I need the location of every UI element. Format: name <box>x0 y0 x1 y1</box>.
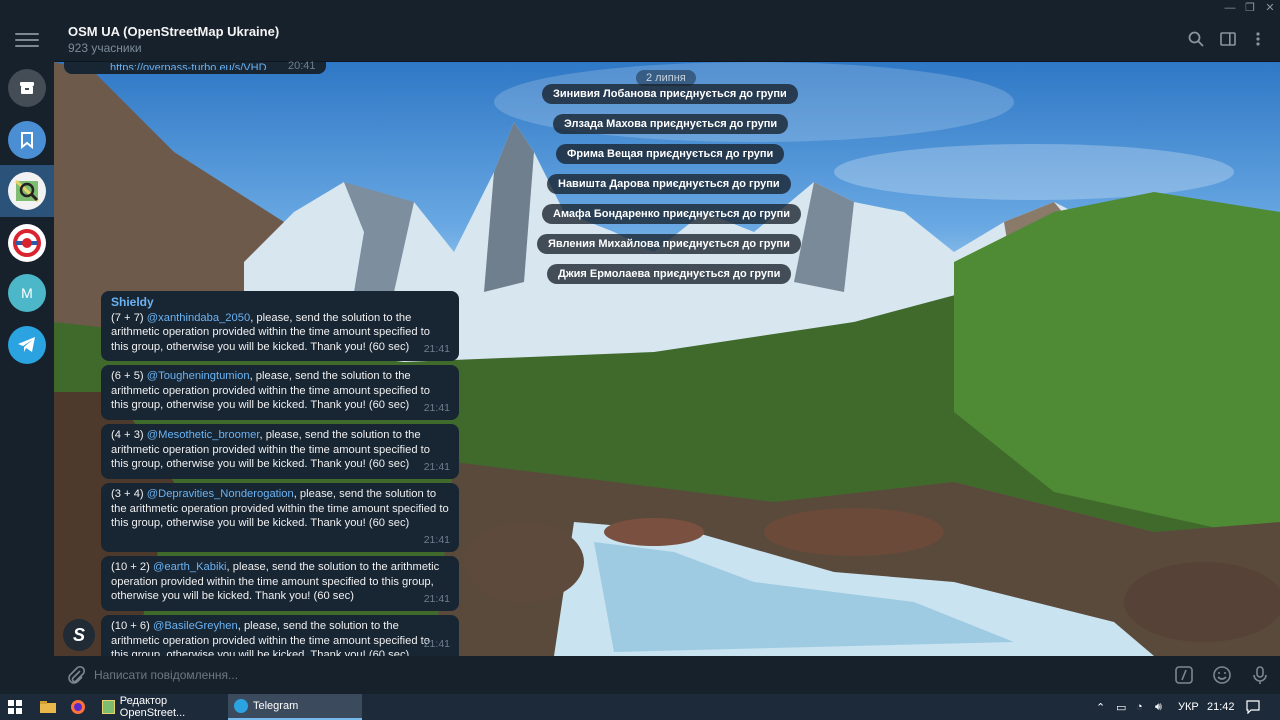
chat-header[interactable]: OSM UA (OpenStreetMap Ukraine) 923 учасн… <box>54 16 1280 62</box>
osm-editor-icon <box>102 700 115 714</box>
volume-icon[interactable]: 🔊︎ <box>1155 694 1162 720</box>
archive-icon[interactable] <box>8 69 46 107</box>
telegram-icon[interactable] <box>8 326 46 364</box>
message-prefix: (10 + 6) <box>111 620 153 632</box>
user-mention-link[interactable]: @Tougheningtumion <box>147 370 250 382</box>
clock[interactable]: 21:42 <box>1207 694 1235 720</box>
osm-ua-chat-icon[interactable] <box>8 172 46 210</box>
tray-chevron-icon[interactable]: ⌃ <box>1096 694 1105 720</box>
taskbar-app-telegram[interactable]: Telegram <box>228 694 362 720</box>
message-author[interactable]: Shieldy <box>111 295 449 310</box>
message-time: 21:41 <box>423 402 450 415</box>
chat-folder-rail: M <box>0 16 54 694</box>
taskbar-app-label: Telegram <box>253 700 299 712</box>
notifications-icon[interactable] <box>1246 694 1260 720</box>
attach-icon[interactable] <box>66 665 86 685</box>
channel-logo-icon[interactable] <box>8 224 46 262</box>
user-mention-link[interactable]: @BasileGreyhen <box>153 620 238 632</box>
message-bubble[interactable]: (6 + 5) @Tougheningtumion, please, send … <box>101 365 459 420</box>
battery-icon[interactable]: ▭ <box>1116 694 1126 720</box>
join-notice: Фрима Вещая приєднується до групи <box>556 144 785 164</box>
sidebar-toggle-icon[interactable] <box>1219 30 1237 48</box>
member-count: 923 учасники <box>68 41 142 55</box>
microphone-icon[interactable] <box>1250 665 1270 685</box>
sender-avatar[interactable]: S <box>63 619 95 651</box>
message-prefix: (6 + 5) <box>111 370 147 382</box>
message-bubble[interactable]: (10 + 6) @BasileGreyhen, please, send th… <box>101 615 459 656</box>
message-time: 21:41 <box>423 534 450 547</box>
chat-title: OSM UA (OpenStreetMap Ukraine) <box>68 24 280 39</box>
user-mention-link[interactable]: @Depravities_Nonderogation <box>147 488 294 500</box>
contact-avatar-m[interactable]: M <box>8 274 46 312</box>
more-options-icon[interactable] <box>1249 30 1267 48</box>
telegram-icon <box>234 699 248 713</box>
windows-taskbar: Редактор OpenStreet... Telegram ⌃ ▭ ◔ 🔊︎… <box>0 694 1280 720</box>
search-icon[interactable] <box>1187 30 1205 48</box>
message-time: 21:41 <box>423 343 450 356</box>
saved-messages-icon[interactable] <box>8 121 46 159</box>
windows-start-icon[interactable] <box>8 694 22 720</box>
join-notice: Навишта Дарова приєднується до групи <box>547 174 791 194</box>
emoji-icon[interactable] <box>1212 665 1232 685</box>
message-bubble[interactable]: (10 + 2) @earth_Kabiki, please, send the… <box>101 556 459 611</box>
message-time: 21:41 <box>423 593 450 606</box>
input-language[interactable]: УКР <box>1178 694 1199 720</box>
message-prefix: (10 + 2) <box>111 561 153 573</box>
join-notice: Элзада Махова приєднується до групи <box>553 114 789 134</box>
user-mention-link[interactable]: @earth_Kabiki <box>153 561 227 573</box>
close-button[interactable]: ✕ <box>1260 0 1280 16</box>
previous-message-time: 20:41 <box>288 60 316 72</box>
taskbar-app-osm-editor[interactable]: Редактор OpenStreet... <box>96 694 224 720</box>
previous-message-link[interactable]: https://overpass-turbo.eu/s/VHD <box>110 62 267 70</box>
message-bubble[interactable]: Shieldy (7 + 7) @xanthindaba_2050, pleas… <box>101 291 459 361</box>
file-explorer-icon[interactable] <box>40 694 56 720</box>
hamburger-menu-icon[interactable] <box>15 33 39 49</box>
join-notice: Джия Ермолаева приєднується до групи <box>547 264 792 284</box>
message-prefix: (7 + 7) <box>111 311 147 324</box>
window-title-bar: — ❐ ✕ <box>0 0 1280 16</box>
join-notice: Явления Михайлова приєднується до групи <box>537 234 801 254</box>
message-composer <box>54 656 1280 694</box>
message-prefix: (4 + 3) <box>111 429 147 441</box>
restore-button[interactable]: ❐ <box>1240 0 1260 16</box>
message-bubble[interactable]: (4 + 3) @Mesothetic_broomer, please, sen… <box>101 424 459 479</box>
message-prefix: (3 + 4) <box>111 488 147 500</box>
join-notice: Амафа Бондаренко приєднується до групи <box>542 204 802 224</box>
network-icon[interactable]: ◔ <box>1136 694 1143 720</box>
user-mention-link[interactable]: @xanthindaba_2050 <box>147 312 250 324</box>
message-input[interactable] <box>94 664 1154 686</box>
taskbar-app-label: Редактор OpenStreet... <box>119 695 186 719</box>
message-time: 21:41 <box>423 461 450 474</box>
firefox-icon[interactable] <box>70 694 86 720</box>
minimize-button[interactable]: — <box>1220 0 1240 16</box>
join-notice: Зинивия Лобанова приєднується до групи <box>542 84 798 104</box>
message-time: 21:41 <box>423 638 450 651</box>
user-mention-link[interactable]: @Mesothetic_broomer <box>147 429 260 441</box>
bot-commands-icon[interactable] <box>1174 665 1194 685</box>
message-bubble[interactable]: (3 + 4) @Depravities_Nonderogation, plea… <box>101 483 459 552</box>
